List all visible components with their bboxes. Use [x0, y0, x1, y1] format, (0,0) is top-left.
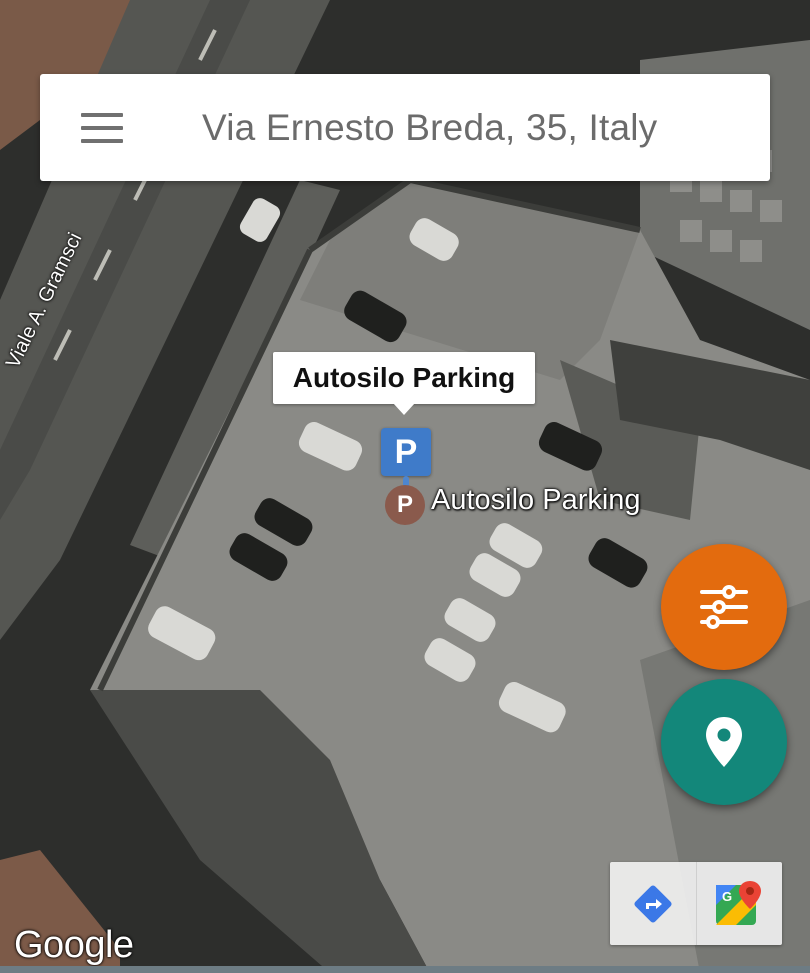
- callout-title: Autosilo Parking: [292, 362, 516, 393]
- svg-text:G: G: [722, 889, 732, 904]
- menu-button[interactable]: [40, 74, 164, 181]
- location-pin-icon: [706, 717, 742, 767]
- search-query-text[interactable]: Via Ernesto Breda, 35, Italy: [164, 107, 770, 149]
- search-bar[interactable]: Via Ernesto Breda, 35, Italy: [40, 74, 770, 181]
- google-maps-icon: G: [716, 880, 762, 925]
- directions-icon: [634, 884, 672, 923]
- poi-icon-letter: P: [396, 491, 413, 518]
- map-toolbar: G: [610, 862, 782, 945]
- parking-marker[interactable]: P: [381, 428, 431, 476]
- parking-marker-letter: P: [394, 432, 418, 471]
- directions-button[interactable]: [610, 862, 696, 945]
- place-callout[interactable]: Autosilo Parking: [273, 352, 535, 404]
- google-attribution-logo: Google: [14, 924, 134, 966]
- bottom-edge: [0, 966, 810, 973]
- add-location-button[interactable]: [661, 679, 787, 805]
- filter-button[interactable]: [661, 544, 787, 670]
- parking-poi-icon[interactable]: P: [385, 485, 425, 525]
- callout-pointer: [393, 403, 415, 415]
- sliders-icon: [700, 585, 748, 629]
- hamburger-menu-icon: [81, 112, 123, 143]
- open-in-google-maps-button[interactable]: G: [695, 862, 783, 945]
- poi-label[interactable]: Autosilo Parking: [431, 484, 641, 517]
